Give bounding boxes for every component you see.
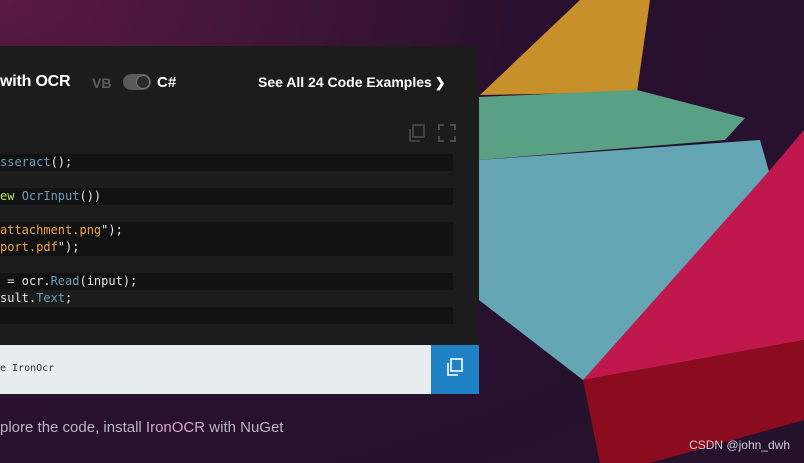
lang-csharp-label[interactable]: C# (157, 74, 176, 91)
code-line: attachment.png"); (0, 222, 453, 239)
language-toggle[interactable] (123, 74, 151, 90)
lang-vb-label[interactable]: VB (92, 75, 111, 91)
install-copy-button[interactable] (431, 345, 479, 394)
install-hint-suffix: with NuGet (205, 419, 284, 436)
code-line: sseract(); (0, 154, 453, 171)
ironocr-link[interactable]: IronOCR (146, 419, 205, 436)
install-command-bar (0, 345, 432, 394)
code-line: sult.Text; (0, 291, 73, 305)
code-line: = ocr.Read(input); (0, 273, 453, 290)
code-line (0, 307, 453, 324)
expand-icon[interactable] (438, 124, 456, 147)
code-block: sseract(); ew OcrInput()) attachment.png… (0, 154, 453, 324)
install-hint-prefix: plore the code, install (0, 419, 146, 436)
see-all-label: See All 24 Code Examples (258, 74, 432, 90)
code-line: port.pdf"); (0, 239, 453, 256)
code-line: ew OcrInput()) (0, 188, 453, 205)
panel-title: with OCR (0, 73, 71, 90)
chevron-right-icon: ❯ (434, 75, 446, 90)
install-hint: plore the code, install IronOCR with NuG… (0, 419, 283, 436)
copy-icon[interactable] (408, 124, 426, 147)
toggle-knob (136, 75, 150, 89)
install-command-text[interactable]: e IronOcr (0, 363, 54, 374)
yellow-shape (480, 0, 650, 95)
copy-icon (446, 358, 464, 381)
watermark: CSDN @john_dwh (689, 438, 790, 452)
see-all-examples-link[interactable]: See All 24 Code Examples ❯ (258, 74, 446, 91)
